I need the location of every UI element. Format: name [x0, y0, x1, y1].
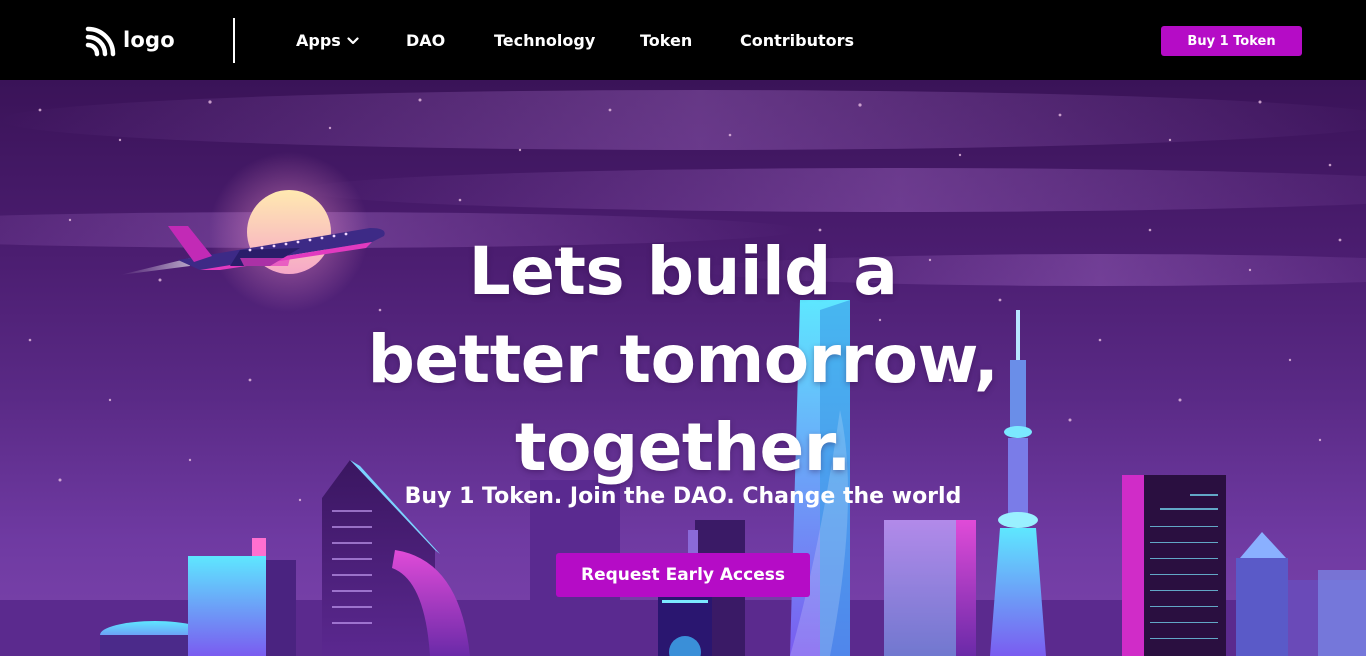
nav-item-apps[interactable]: Apps: [296, 31, 359, 50]
logo[interactable]: logo: [85, 24, 175, 58]
wifi-signal-icon: [85, 25, 117, 57]
nav-item-dao[interactable]: DAO: [406, 31, 445, 50]
hero-subtitle: Buy 1 Token. Join the DAO. Change the wo…: [404, 484, 962, 509]
nav-item-label: Technology: [494, 31, 596, 50]
hero-section: Lets build a better tomorrow, together. …: [0, 80, 1366, 656]
nav-item-label: Contributors: [740, 31, 855, 50]
nav-item-technology[interactable]: Technology: [494, 31, 595, 50]
top-navbar: logo Apps DAO Technology Token Contribut…: [0, 0, 1366, 80]
chevron-down-icon: [347, 36, 359, 45]
hero-headline: Lets build a better tomorrow, together.: [0, 228, 1366, 492]
headline-line: together.: [515, 409, 851, 486]
nav-item-contributors[interactable]: Contributors: [740, 31, 854, 50]
nav-item-label: DAO: [406, 31, 446, 50]
nav-item-label: Token: [640, 31, 693, 50]
nav-item-token[interactable]: Token: [640, 31, 692, 50]
logo-text: logo: [123, 28, 175, 52]
nav-item-label: Apps: [296, 31, 341, 50]
nav-divider: [233, 18, 235, 63]
headline-line: Lets build a: [468, 233, 898, 310]
headline-line: better tomorrow,: [367, 321, 999, 398]
request-early-access-button[interactable]: Request Early Access: [556, 553, 810, 597]
buy-token-button[interactable]: Buy 1 Token: [1161, 26, 1302, 56]
